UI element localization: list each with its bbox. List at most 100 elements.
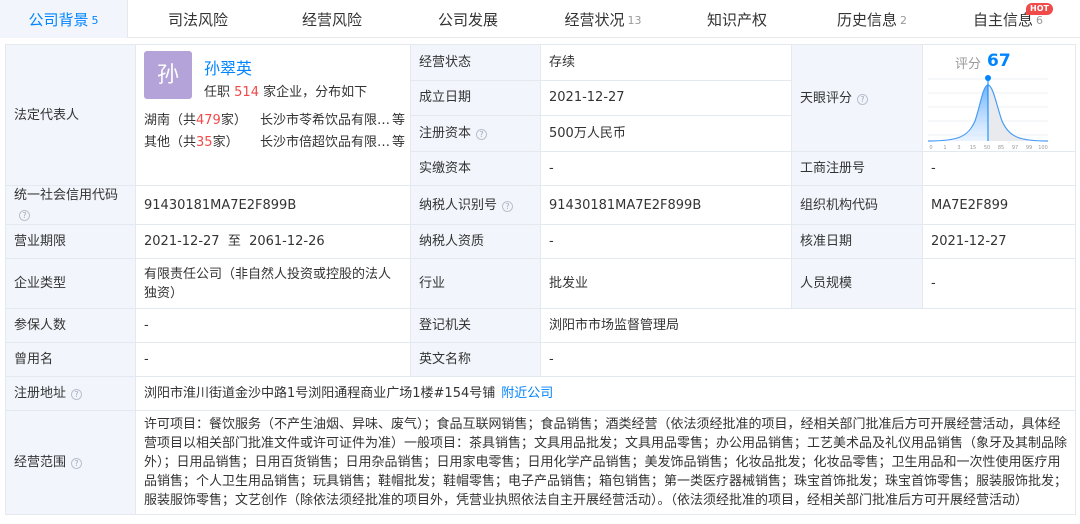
tax-id-value: 91430181MA7E2F899B xyxy=(540,185,792,225)
scale-tick: 1 xyxy=(943,145,946,151)
company-info-table: 法定代表人 孙 孙翠英 任职 514 家企业，分布如下 湖南（共479家） 长沙… xyxy=(5,44,1076,515)
scale-tick: 15 xyxy=(970,145,976,151)
insured-label: 参保人数 xyxy=(5,308,136,343)
tab-count: 5 xyxy=(91,14,99,27)
scale-tick: 100 xyxy=(1038,145,1048,151)
status-value: 存续 xyxy=(540,44,792,81)
positions-suffix: 家企业，分布如下 xyxy=(263,85,368,100)
tab-judicial-risk[interactable]: 司法风险 xyxy=(128,0,268,38)
region-company-link[interactable]: 长沙市苓希饮品有限… xyxy=(260,111,390,130)
legal-rep-positions: 任职 514 家企业，分布如下 xyxy=(204,83,367,102)
region-unit: 家） xyxy=(212,135,239,150)
region-more: 等 xyxy=(392,135,406,150)
scale-tick: 3 xyxy=(957,145,960,151)
status-label: 经营状态 xyxy=(410,44,541,81)
tab-self-info[interactable]: 自主信息 6 HOT xyxy=(936,0,1080,38)
tab-intellectual-property[interactable]: 知识产权 xyxy=(666,0,808,38)
region-count[interactable]: 35 xyxy=(196,135,213,150)
former-name-label: 曾用名 xyxy=(5,342,136,377)
region-unit: 家） xyxy=(220,113,247,128)
paid-capital-value: - xyxy=(540,151,792,186)
address-cell: 浏阳市淮川街道金沙中路1号浏阳通程商业广场1楼#154号铺 附近公司 xyxy=(135,376,1076,411)
industry-value: 批发业 xyxy=(540,258,792,309)
established-label: 成立日期 xyxy=(410,79,541,117)
address-label: 注册地址? xyxy=(5,376,136,411)
positions-count[interactable]: 514 xyxy=(234,85,259,100)
paid-capital-label: 实缴资本 xyxy=(410,151,541,186)
industry-label: 行业 xyxy=(410,258,541,309)
credit-code-label: 统一社会信用代码? xyxy=(5,185,136,225)
avatar: 孙 xyxy=(144,51,192,99)
help-icon[interactable]: ? xyxy=(71,389,83,400)
biz-term-label: 营业期限 xyxy=(5,224,136,259)
scope-label-text: 经营范围 xyxy=(14,455,67,470)
scale-tick: 50 xyxy=(984,145,990,151)
scope-label: 经营范围? xyxy=(5,410,136,515)
reg-authority-label: 登记机关 xyxy=(410,308,541,343)
help-icon[interactable]: ? xyxy=(19,210,30,221)
tab-label: 公司发展 xyxy=(437,10,498,29)
section-tabs: 公司背景 5 司法风险 经营风险 公司发展 经营状况 13 知识产权 历史信息 2 自… xyxy=(0,0,1080,38)
address-label-text: 注册地址 xyxy=(14,386,67,401)
tab-label: 司法风险 xyxy=(167,10,228,29)
tab-label: 公司背景 xyxy=(28,10,89,29)
tab-company-background[interactable]: 公司背景 5 xyxy=(0,0,128,38)
company-type-value: 有限责任公司（非自然人投资或控股的法人独资） xyxy=(135,258,411,309)
org-code-value: MA7E2F899 xyxy=(922,185,1076,225)
former-name-value: - xyxy=(135,342,411,377)
tab-label: 经营状况 xyxy=(564,10,625,29)
region-company-link[interactable]: 长沙市倍超饮品有限… xyxy=(260,133,390,152)
tax-id-label: 纳税人识别号? xyxy=(410,185,541,225)
tab-label: 知识产权 xyxy=(706,10,767,29)
hot-badge: HOT xyxy=(1026,3,1053,15)
credit-code-value: 91430181MA7E2F899B xyxy=(135,185,411,225)
help-icon[interactable]: ? xyxy=(502,200,514,212)
org-code-label: 组织机构代码 xyxy=(791,185,923,225)
region-name: 湖南（共 xyxy=(144,113,197,128)
reg-capital-value: 500万人民币 xyxy=(540,115,792,152)
tab-count: 13 xyxy=(627,14,642,27)
positions-prefix: 任职 xyxy=(204,85,231,100)
reg-capital-label: 注册资本? xyxy=(410,115,541,152)
score-value: 67 xyxy=(987,51,1011,71)
tianyan-gauge-cell[interactable]: 评分 67 0 1 3 15 50 85 97 99 100 xyxy=(922,44,1076,152)
biz-reg-no-label: 工商注册号 xyxy=(791,151,923,186)
english-name-label: 英文名称 xyxy=(410,342,541,377)
region-row-other: 其他（共35家） 长沙市倍超饮品有限… 等 xyxy=(144,133,405,152)
company-type-label: 企业类型 xyxy=(5,258,136,309)
region-more: 等 xyxy=(392,113,406,128)
tab-company-development[interactable]: 公司发展 xyxy=(396,0,540,38)
credit-code-label-text: 统一社会信用代码 xyxy=(14,188,119,203)
scale-tick: 0 xyxy=(929,145,932,151)
tab-count: 2 xyxy=(900,14,907,27)
legal-rep-label: 法定代表人 xyxy=(5,44,136,186)
score-distribution-chart: 0 1 3 15 50 85 97 99 100 xyxy=(927,75,1049,151)
staff-size-value: - xyxy=(922,258,1076,309)
region-count[interactable]: 479 xyxy=(196,113,221,128)
tab-history[interactable]: 历史信息 2 xyxy=(808,0,936,38)
taxpayer-qual-value: - xyxy=(540,224,792,259)
insured-value: - xyxy=(135,308,411,343)
tab-count: 6 xyxy=(1036,14,1043,27)
address-value: 浏阳市淮川街道金沙中路1号浏阳通程商业广场1楼#154号铺 xyxy=(144,386,496,401)
approval-date-value: 2021-12-27 xyxy=(922,224,1076,259)
tab-label: 历史信息 xyxy=(836,10,897,29)
region-name: 其他（共 xyxy=(144,135,197,150)
established-value: 2021-12-27 xyxy=(540,79,792,117)
nearby-companies-link[interactable]: 附近公司 xyxy=(501,386,553,401)
taxpayer-qual-label: 纳税人资质 xyxy=(410,224,541,259)
tax-id-label-text: 纳税人识别号 xyxy=(419,197,498,213)
tab-operating-risk[interactable]: 经营风险 xyxy=(268,0,396,38)
reg-capital-label-text: 注册资本 xyxy=(419,126,472,142)
help-icon[interactable]: ? xyxy=(71,458,83,469)
english-name-value: - xyxy=(540,342,1076,377)
help-icon[interactable]: ? xyxy=(476,129,488,141)
tab-label: 经营风险 xyxy=(301,10,362,29)
scope-value: 许可项目：餐饮服务（不产生油烟、异味、废气）；食品互联网销售；食品销售；酒类经营… xyxy=(135,410,1076,515)
staff-size-label: 人员规模 xyxy=(791,258,923,309)
approval-date-label: 核准日期 xyxy=(791,224,923,259)
tab-operating-status[interactable]: 经营状况 13 xyxy=(540,0,666,38)
scale-tick: 99 xyxy=(1026,145,1032,151)
region-row-hunan: 湖南（共479家） 长沙市苓希饮品有限… 等 xyxy=(144,111,405,130)
legal-rep-name-link[interactable]: 孙翠英 xyxy=(204,59,252,78)
